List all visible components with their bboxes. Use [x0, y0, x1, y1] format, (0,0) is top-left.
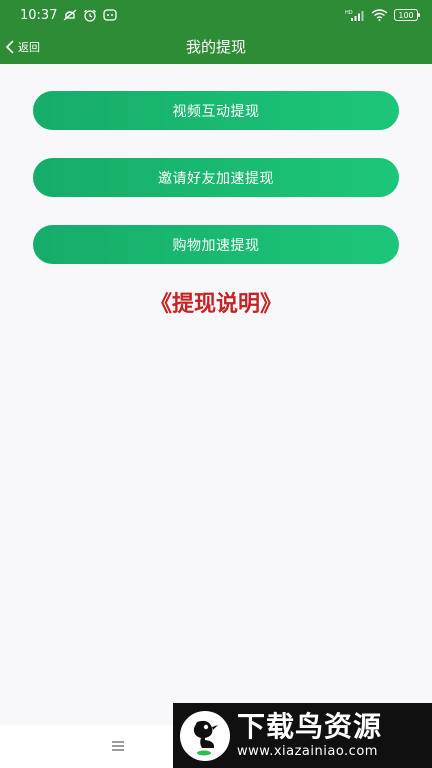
bird-logo-icon — [180, 710, 230, 761]
video-interaction-withdraw-label: 视频互动提现 — [172, 103, 260, 120]
status-left: 10:37 — [20, 7, 118, 23]
video-interaction-withdraw-button[interactable]: 视频互动提现 — [33, 91, 399, 130]
navigation-bar: 返回 我的提现 — [0, 30, 432, 64]
signal-icon: HD — [345, 9, 365, 22]
network-label: HD — [345, 10, 353, 16]
wifi-icon — [371, 9, 388, 21]
status-right: HD 100 — [345, 9, 420, 22]
watermark-url: www.xiazainiao.com — [237, 743, 378, 759]
page-title: 我的提现 — [185, 38, 246, 56]
shopping-withdraw-label: 购物加速提现 — [172, 237, 260, 254]
watermark-title: 下载鸟资源 — [237, 709, 383, 743]
alarm-icon — [83, 9, 97, 22]
app-notification-icon — [103, 9, 118, 21]
status-time: 10:37 — [20, 7, 58, 23]
watermark: 下载鸟资源 www.xiazainiao.com — [173, 703, 432, 768]
invite-friends-withdraw-button[interactable]: 邀请好友加速提现 — [33, 158, 399, 197]
withdraw-options: 视频互动提现 邀请好友加速提现 购物加速提现 — [33, 91, 399, 264]
menu-icon[interactable] — [111, 738, 125, 752]
shopping-withdraw-button[interactable]: 购物加速提现 — [33, 225, 399, 264]
status-bar: 10:37 HD 100 — [0, 0, 432, 30]
battery-indicator: 100 — [394, 9, 420, 21]
watermark-text: 下载鸟资源 www.xiazainiao.com — [237, 709, 383, 761]
battery-level: 100 — [398, 10, 414, 20]
mute-notification-icon — [63, 9, 77, 21]
withdraw-explanation-link[interactable]: 《提现说明》 — [0, 286, 432, 318]
invite-friends-withdraw-label: 邀请好友加速提现 — [158, 170, 274, 187]
